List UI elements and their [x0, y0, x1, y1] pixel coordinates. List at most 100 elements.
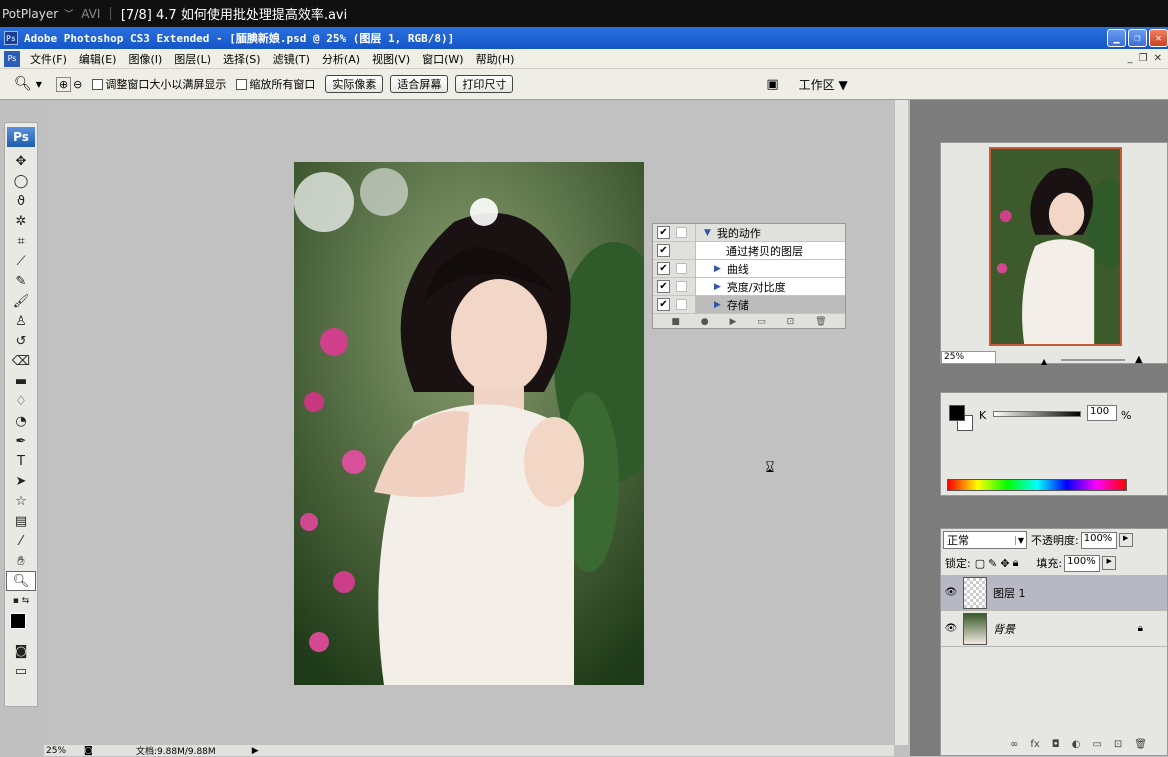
workspace-menu[interactable]: 工作区 ▼	[799, 76, 848, 93]
navigator-zoom-slider[interactable]	[1061, 359, 1125, 361]
navigator-thumbnail[interactable]	[989, 147, 1122, 346]
menu-image[interactable]: 图像(I)	[122, 51, 168, 67]
hand-tool-icon[interactable]: ✋︎	[6, 551, 36, 571]
healing-brush-icon[interactable]: ✎	[6, 271, 36, 291]
k-value-field[interactable]: 100	[1087, 405, 1117, 421]
k-slider[interactable]	[993, 411, 1081, 417]
doc-close-icon[interactable]: ✕	[1154, 53, 1162, 64]
link-icon[interactable]: ∞	[1010, 739, 1018, 755]
triangle-right-icon[interactable]: ▶	[714, 264, 721, 274]
print-size-button[interactable]: 打印尺寸	[455, 75, 514, 93]
zoom-tool-icon[interactable]: 🔍︎	[6, 571, 36, 591]
quick-mask-icon[interactable]: ◙	[6, 641, 36, 661]
new-set-icon[interactable]: ▭	[757, 317, 766, 327]
action-row[interactable]: ✔ 通过拷贝的图层	[653, 242, 845, 260]
triangle-right-icon[interactable]: ▶	[714, 300, 721, 310]
zoom-in-icon[interactable]: ⊕	[55, 76, 72, 92]
dodge-tool-icon[interactable]: ◔	[6, 411, 36, 431]
fit-window-checkbox[interactable]	[92, 78, 104, 90]
swap-colors-icon[interactable]: ▪ ⇆	[6, 591, 36, 611]
menu-help[interactable]: 帮助(H)	[470, 51, 521, 67]
pen-tool-icon[interactable]: ✒	[6, 431, 36, 451]
menu-edit[interactable]: 编辑(E)	[73, 51, 123, 67]
clone-stamp-icon[interactable]: ♙	[6, 311, 36, 331]
triangle-right-icon[interactable]: ▶	[714, 282, 721, 292]
eyedropper-icon[interactable]: ⁄	[6, 531, 36, 551]
gradient-tool-icon[interactable]: ▬	[6, 371, 36, 391]
slice-tool-icon[interactable]: ⟋	[6, 251, 36, 271]
restore-button[interactable]: ❐	[1128, 29, 1147, 47]
document-icon[interactable]: Ps	[4, 50, 20, 67]
layer-row[interactable]: 👁︎ 背景 🔒︎	[941, 611, 1167, 647]
doc-restore-icon[interactable]: ❐	[1139, 53, 1148, 64]
dialog-toggle-checkbox[interactable]	[676, 299, 687, 310]
opacity-arrow-icon[interactable]: ▶	[1118, 533, 1133, 547]
notes-tool-icon[interactable]: ▤	[6, 511, 36, 531]
document-image[interactable]	[294, 162, 644, 685]
zoom-all-checkbox[interactable]	[236, 78, 248, 90]
color-ramp[interactable]	[947, 479, 1127, 491]
navigator-zoom-field[interactable]: 25%	[941, 351, 996, 364]
brush-tool-icon[interactable]: 🖌︎	[6, 291, 36, 311]
chevron-down-icon[interactable]: ﹀	[64, 7, 73, 20]
fit-screen-button[interactable]: 适合屏幕	[390, 75, 449, 93]
magic-wand-icon[interactable]: ✲	[6, 211, 36, 231]
bridge-icon[interactable]: ▣	[766, 77, 778, 92]
layer-row[interactable]: 👁︎ 图层 1	[941, 575, 1167, 611]
minimize-button[interactable]: ▁	[1107, 29, 1126, 47]
marquee-tool-icon[interactable]: ◯	[6, 171, 36, 191]
mask-icon[interactable]: ◘	[1052, 739, 1060, 755]
blend-mode-select[interactable]: 正常 ▼	[943, 531, 1027, 549]
close-button[interactable]: ✕	[1149, 29, 1168, 47]
zoom-tool-icon[interactable]: 🔍︎	[14, 76, 32, 92]
zoom-out-icon[interactable]: ▲	[1041, 357, 1047, 366]
chevron-down-icon[interactable]: ▼	[36, 80, 42, 89]
doc-minimize-icon[interactable]: _	[1128, 53, 1133, 64]
foreground-swatch[interactable]	[949, 405, 965, 421]
actual-pixels-button[interactable]: 实际像素	[325, 75, 384, 93]
lock-paint-icon[interactable]: ✎	[988, 557, 997, 570]
menu-analysis[interactable]: 分析(A)	[316, 51, 366, 67]
record-icon[interactable]: ●	[701, 317, 709, 327]
action-toggle-checkbox[interactable]: ✔	[657, 298, 670, 311]
dialog-toggle-checkbox[interactable]	[676, 227, 687, 238]
group-icon[interactable]: ▭	[1092, 739, 1101, 755]
action-toggle-checkbox[interactable]: ✔	[657, 226, 670, 239]
shape-tool-icon[interactable]: ☆	[6, 491, 36, 511]
trash-icon[interactable]: 🗑︎	[815, 317, 826, 327]
path-select-icon[interactable]: ➤	[6, 471, 36, 491]
fill-arrow-icon[interactable]: ▶	[1102, 556, 1117, 570]
action-row[interactable]: ✔ ▼ 我的动作	[653, 224, 845, 242]
new-layer-icon[interactable]: ⊡	[1114, 739, 1122, 755]
dialog-toggle-checkbox[interactable]	[676, 263, 687, 274]
menu-window[interactable]: 窗口(W)	[416, 51, 469, 67]
type-tool-icon[interactable]: T	[6, 451, 36, 471]
eye-icon[interactable]: 👁︎	[941, 623, 961, 634]
lasso-tool-icon[interactable]: ϑ	[6, 191, 36, 211]
lock-transparency-icon[interactable]: ▢	[975, 557, 985, 570]
vertical-scrollbar[interactable]	[894, 100, 908, 745]
crop-tool-icon[interactable]: ⌗	[6, 231, 36, 251]
menu-file[interactable]: 文件(F)	[24, 51, 73, 67]
action-toggle-checkbox[interactable]: ✔	[657, 262, 670, 275]
lock-move-icon[interactable]: ✥	[1000, 557, 1009, 570]
layer-name[interactable]: 背景	[993, 621, 1138, 637]
action-row[interactable]: ✔ ▶ 曲线	[653, 260, 845, 278]
dialog-toggle-checkbox[interactable]	[676, 281, 687, 292]
dialog-toggle-checkbox[interactable]	[676, 245, 687, 256]
triangle-down-icon[interactable]: ▼	[704, 228, 711, 238]
status-menu-arrow-icon[interactable]: ▶	[252, 746, 259, 756]
player-name[interactable]: PotPlayer	[0, 7, 58, 21]
foreground-swatch[interactable]	[10, 613, 26, 629]
fill-field[interactable]: 100%	[1064, 554, 1101, 572]
menu-layer[interactable]: 图层(L)	[168, 51, 217, 67]
history-brush-icon[interactable]: ↺	[6, 331, 36, 351]
screen-mode-icon[interactable]: ▭	[6, 661, 36, 681]
action-toggle-checkbox[interactable]: ✔	[657, 280, 670, 293]
lock-all-icon[interactable]: 🔒︎	[1013, 556, 1019, 570]
blur-tool-icon[interactable]: ♢	[6, 391, 36, 411]
zoom-out-icon[interactable]: ⊖	[73, 78, 82, 91]
play-icon[interactable]: ▶	[730, 317, 737, 327]
action-row[interactable]: ✔ ▶ 存储	[653, 296, 845, 314]
action-toggle-checkbox[interactable]: ✔	[657, 244, 670, 257]
